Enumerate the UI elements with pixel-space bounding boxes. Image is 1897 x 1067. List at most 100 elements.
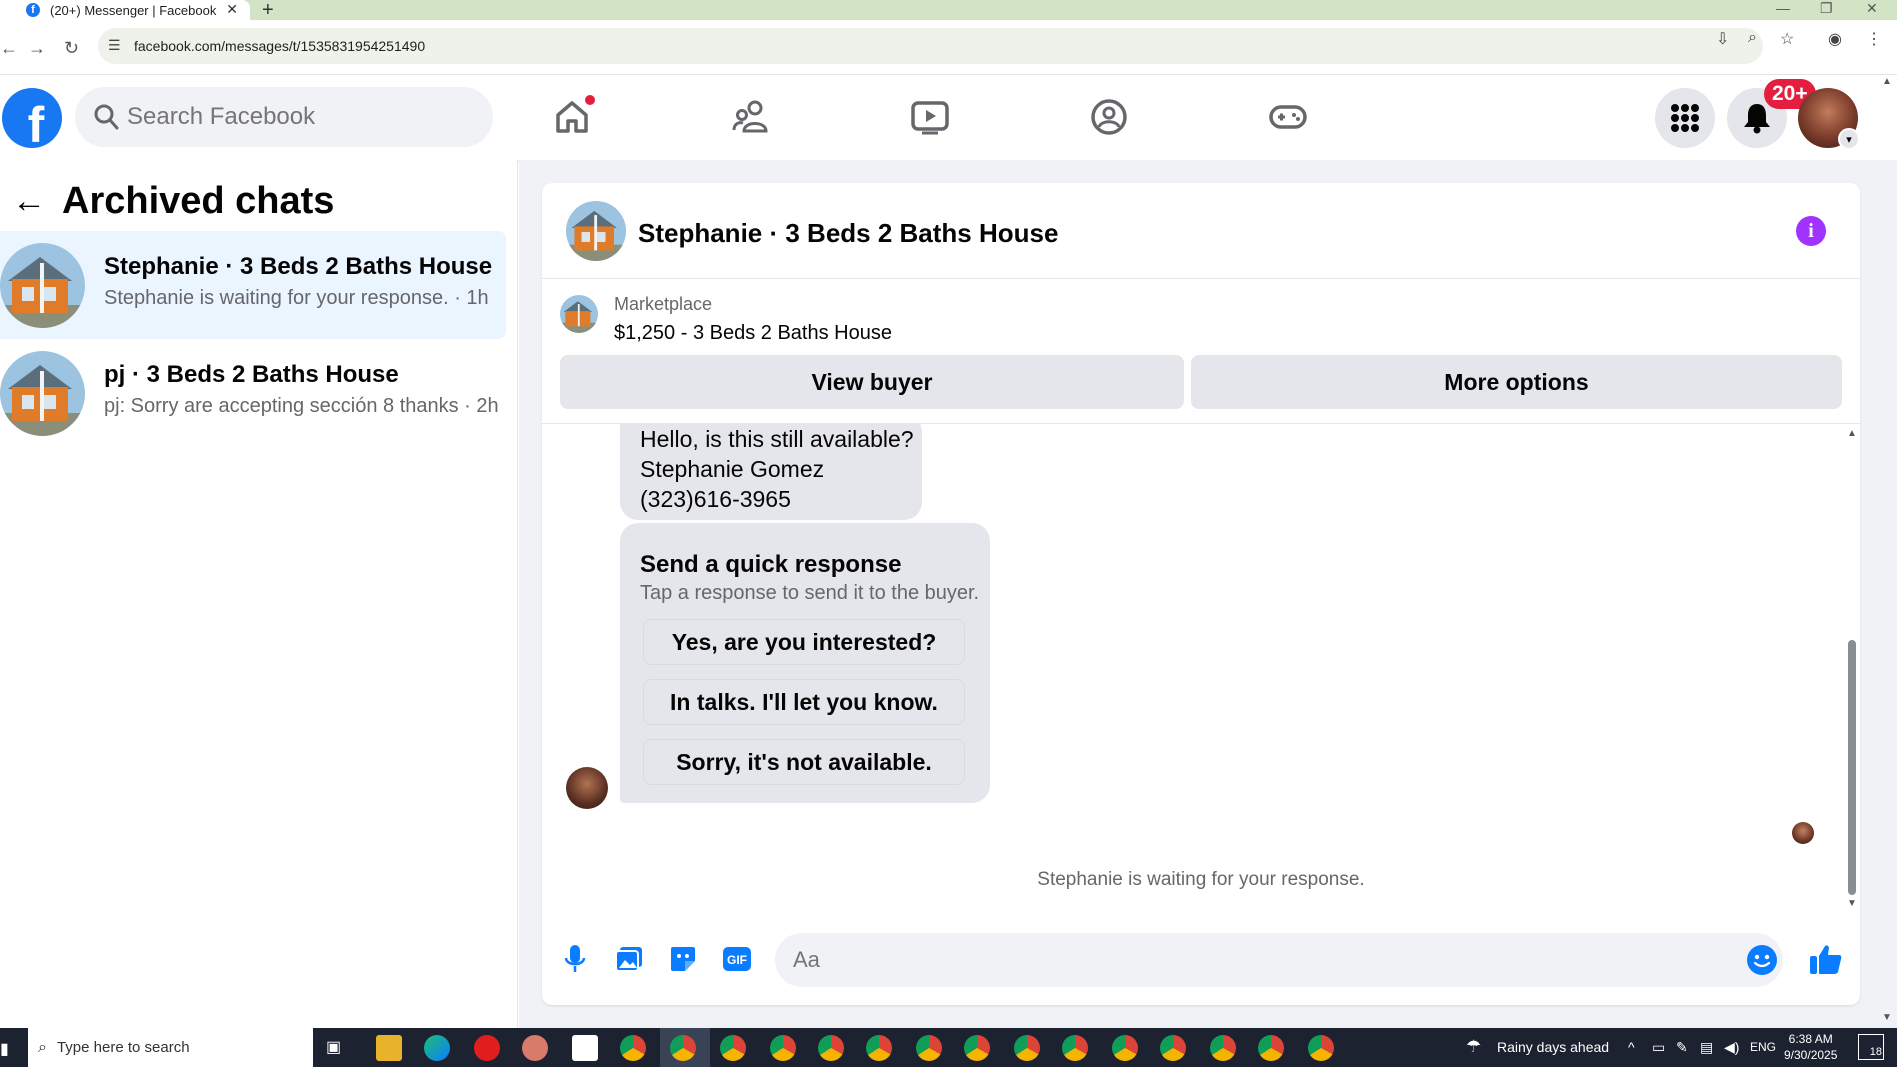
attach-photo-button[interactable] xyxy=(608,938,650,980)
quick-reply-button[interactable]: Sorry, it's not available. xyxy=(643,739,965,785)
scroll-up-arrow-icon[interactable]: ▲ xyxy=(1847,428,1857,439)
marketplace-listing-banner: Marketplace $1,250 - 3 Beds 2 Baths Hous… xyxy=(542,279,1860,424)
view-buyer-button[interactable]: View buyer xyxy=(560,355,1184,409)
task-view-icon[interactable]: ▣ xyxy=(326,1037,341,1057)
chrome-icon[interactable] xyxy=(1210,1035,1236,1061)
home-notification-dot xyxy=(583,93,597,107)
chrome-icon[interactable] xyxy=(1014,1035,1040,1061)
clock[interactable]: 6:38 AM 9/30/2025 xyxy=(1784,1031,1837,1063)
facebook-search[interactable] xyxy=(75,87,493,147)
tab-title: (20+) Messenger | Facebook xyxy=(50,2,217,18)
chat-name: Stephanie · 3 Beds 2 Baths House xyxy=(104,253,493,280)
url-text[interactable]: facebook.com/messages/t/1535831954251490 xyxy=(134,38,425,54)
groups-nav[interactable] xyxy=(1085,95,1133,139)
umbrella-weather-icon[interactable]: ☂ xyxy=(1466,1037,1481,1057)
chrome-icon[interactable] xyxy=(620,1035,646,1061)
message-line: Stephanie Gomez xyxy=(640,456,825,482)
forward-icon[interactable]: → xyxy=(28,38,46,59)
chrome-icon[interactable] xyxy=(770,1035,796,1061)
site-info-icon[interactable]: ☰ xyxy=(108,37,121,54)
edge-icon[interactable] xyxy=(424,1035,450,1061)
chevron-down-icon[interactable]: ▾ xyxy=(1838,128,1860,150)
file-explorer-icon[interactable] xyxy=(376,1035,402,1061)
conversation-thumbnail[interactable] xyxy=(566,201,626,261)
friends-nav[interactable] xyxy=(727,95,775,139)
scroll-thumb[interactable] xyxy=(1848,640,1856,895)
chrome-icon[interactable] xyxy=(1258,1035,1284,1061)
sticker-button[interactable] xyxy=(662,938,704,980)
taskbar-search[interactable]: ⌕ Type here to search xyxy=(28,1028,313,1067)
action-center-notification-count[interactable]: 18 xyxy=(1858,1034,1884,1060)
chat-list-item[interactable]: Stephanie · 3 Beds 2 Baths House Stephan… xyxy=(0,231,506,339)
windows-start-icon[interactable]: ▮ xyxy=(0,1039,9,1059)
info-icon[interactable]: i xyxy=(1796,216,1826,246)
chrome-icon[interactable] xyxy=(1160,1035,1186,1061)
browser-tab-strip: f (20+) Messenger | Facebook ✕ + — ❐ ✕ xyxy=(0,0,1897,22)
like-button[interactable] xyxy=(1805,938,1847,980)
message-input[interactable] xyxy=(775,933,1783,987)
search-input[interactable] xyxy=(127,87,477,147)
menu-kebab-icon[interactable]: ⋮ xyxy=(1866,29,1882,49)
gif-button[interactable]: GIF xyxy=(716,938,758,980)
back-icon[interactable]: ← xyxy=(0,38,18,59)
back-arrow-icon[interactable]: ← xyxy=(12,182,46,221)
chat-list-item[interactable]: pj · 3 Beds 2 Baths House pj: Sorry are … xyxy=(0,339,506,447)
browser-tab[interactable]: f (20+) Messenger | Facebook ✕ xyxy=(0,0,250,20)
new-tab-icon[interactable]: + xyxy=(262,0,274,22)
show-hidden-icons-icon[interactable]: ^ xyxy=(1628,1039,1635,1055)
install-app-icon[interactable]: ⇩ xyxy=(1716,29,1729,49)
chrome-icon[interactable] xyxy=(866,1035,892,1061)
minimize-icon[interactable]: — xyxy=(1776,0,1790,16)
weather-text[interactable]: Rainy days ahead xyxy=(1497,1039,1609,1055)
house-image-icon xyxy=(566,201,626,261)
windows-taskbar: ▮ ⌕ Type here to search ▣ ☂ Rainy days a… xyxy=(0,1028,1897,1067)
chrome-icon[interactable] xyxy=(818,1035,844,1061)
chrome-icon[interactable] xyxy=(670,1035,696,1061)
conversation-title[interactable]: Stephanie · 3 Beds 2 Baths House xyxy=(638,218,1058,249)
page-scroll-up-icon[interactable]: ▲ xyxy=(1882,76,1892,87)
bookmark-star-icon[interactable]: ☆ xyxy=(1780,29,1794,49)
app-icon[interactable] xyxy=(522,1035,548,1061)
chrome-icon[interactable] xyxy=(1308,1035,1334,1061)
facebook-logo-icon[interactable]: f xyxy=(2,88,62,148)
menu-button[interactable] xyxy=(1655,88,1715,148)
video-nav[interactable] xyxy=(906,95,954,139)
close-tab-icon[interactable]: ✕ xyxy=(226,1,238,18)
address-bar[interactable]: ☰ facebook.com/messages/t/15358319542514… xyxy=(98,28,1763,64)
read-receipt-avatar xyxy=(1792,822,1814,844)
meet-now-icon[interactable]: ▭ xyxy=(1652,1039,1665,1056)
listing-thumbnail[interactable] xyxy=(560,295,598,333)
quick-reply-button[interactable]: Yes, are you interested? xyxy=(643,619,965,665)
chrome-icon[interactable] xyxy=(964,1035,990,1061)
more-options-button[interactable]: More options xyxy=(1191,355,1842,409)
chrome-icon[interactable] xyxy=(1112,1035,1138,1061)
facebook-header: f xyxy=(0,75,1897,160)
scroll-down-arrow-icon[interactable]: ▼ xyxy=(1847,898,1857,909)
pen-icon[interactable]: ✎ xyxy=(1676,1039,1688,1056)
sender-avatar[interactable] xyxy=(566,767,608,809)
bell-icon xyxy=(1744,104,1770,134)
chrome-icon[interactable] xyxy=(720,1035,746,1061)
page-scroll-down-icon[interactable]: ▼ xyxy=(1882,1012,1892,1023)
quick-reply-button[interactable]: In talks. I'll let you know. xyxy=(643,679,965,725)
microphone-icon xyxy=(564,945,586,972)
opera-icon[interactable] xyxy=(474,1035,500,1061)
zoom-icon[interactable]: ⌕ xyxy=(1748,29,1757,47)
language-indicator[interactable]: ENG xyxy=(1750,1040,1776,1054)
listing-title[interactable]: $1,250 - 3 Beds 2 Baths House xyxy=(614,322,892,345)
volume-icon[interactable]: ◀) xyxy=(1724,1039,1739,1056)
profile-icon[interactable]: ◉ xyxy=(1828,29,1842,49)
restore-icon[interactable]: ❐ xyxy=(1820,0,1833,17)
thread-scrollbar[interactable]: ▲ ▼ xyxy=(1843,424,1860,914)
reload-icon[interactable]: ↻ xyxy=(64,38,79,59)
svg-text:GIF: GIF xyxy=(727,953,747,967)
chrome-icon[interactable] xyxy=(1062,1035,1088,1061)
emoji-icon[interactable] xyxy=(1747,945,1777,975)
gaming-nav[interactable] xyxy=(1264,95,1312,139)
network-icon[interactable]: ▤ xyxy=(1700,1039,1713,1056)
browser-toolbar: ← → ↻ ☰ facebook.com/messages/t/15358319… xyxy=(0,20,1897,75)
chrome-icon[interactable] xyxy=(916,1035,942,1061)
close-window-icon[interactable]: ✕ xyxy=(1866,0,1878,17)
notepad-icon[interactable] xyxy=(572,1035,598,1061)
voice-clip-button[interactable] xyxy=(554,938,596,980)
